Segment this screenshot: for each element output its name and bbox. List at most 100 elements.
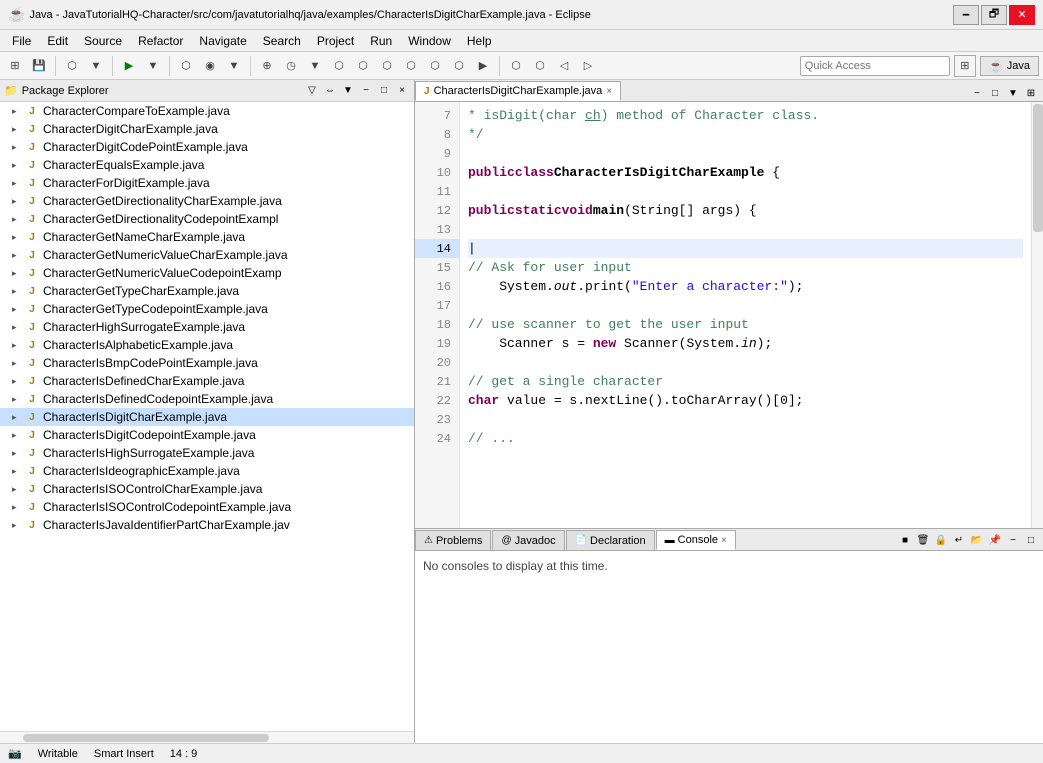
menu-search[interactable]: Search [255, 32, 309, 50]
tree-item[interactable]: ▸JCharacterForDigitExample.java [0, 174, 414, 192]
menu-run[interactable]: Run [362, 32, 400, 50]
tb-btn-3[interactable]: ⬡ [61, 55, 83, 77]
console-minimize[interactable]: − [1005, 532, 1021, 548]
console-terminate-btn[interactable]: ■ [897, 532, 913, 548]
tb-btn-5[interactable]: ▼ [142, 55, 164, 77]
tree-item[interactable]: ▸JCharacterIsAlphabeticExample.java [0, 336, 414, 354]
tree-item[interactable]: ▸JCharacterHighSurrogateExample.java [0, 318, 414, 336]
tree-item[interactable]: ▸JCharacterIsDefinedCodepointExample.jav… [0, 390, 414, 408]
tree-item[interactable]: ▸JCharacterGetNameCharExample.java [0, 228, 414, 246]
menu-project[interactable]: Project [309, 32, 362, 50]
console-maximize[interactable]: □ [1023, 532, 1039, 548]
tb-btn-17[interactable]: ⬡ [448, 55, 470, 77]
code-line[interactable]: // use scanner to get the user input [468, 315, 1023, 334]
perspective-button-1[interactable]: ⊞ [954, 55, 976, 77]
tb-btn-4[interactable]: ▼ [85, 55, 107, 77]
code-line[interactable] [468, 144, 1023, 163]
tb-btn-16[interactable]: ⬡ [424, 55, 446, 77]
menu-refactor[interactable]: Refactor [130, 32, 191, 50]
minimize-panel-button[interactable]: − [358, 83, 374, 99]
menu-help[interactable]: Help [459, 32, 500, 50]
tab-console-close[interactable]: × [721, 535, 727, 546]
tree-item[interactable]: ▸JCharacterGetTypeCodepointExample.java [0, 300, 414, 318]
new-button[interactable]: ⊞ [4, 55, 26, 77]
tree-item[interactable]: ▸JCharacterIsDigitCharExample.java [0, 408, 414, 426]
tb-btn-11[interactable]: ▼ [304, 55, 326, 77]
tree-item[interactable]: ▸JCharacterGetNumericValueCodepointExamp [0, 264, 414, 282]
editor-view-menu[interactable]: ▼ [1005, 85, 1021, 101]
java-perspective-button[interactable]: ☕ Java [980, 56, 1039, 76]
tree-item[interactable]: ▸JCharacterIsJavaIdentifierPartCharExamp… [0, 516, 414, 534]
code-line[interactable]: public class CharacterIsDigitCharExample… [468, 163, 1023, 182]
maximize-editor-button[interactable]: □ [987, 85, 1003, 101]
tree-item[interactable]: ▸JCharacterDigitCodePointExample.java [0, 138, 414, 156]
code-line[interactable] [468, 220, 1023, 239]
tab-console[interactable]: ▬ Console × [656, 530, 736, 550]
minimize-editor-button[interactable]: − [969, 85, 985, 101]
tree-item[interactable]: ▸JCharacterIsIdeographicExample.java [0, 462, 414, 480]
code-line[interactable]: public static void main(String[] args) { [468, 201, 1023, 220]
collapse-all-button[interactable]: ▽ [304, 83, 320, 99]
code-line[interactable] [468, 353, 1023, 372]
code-line[interactable]: // Ask for user input [468, 258, 1023, 277]
maximize-panel-button[interactable]: □ [376, 83, 392, 99]
code-line[interactable] [468, 296, 1023, 315]
code-line[interactable] [468, 182, 1023, 201]
tree-item[interactable]: ▸JCharacterGetDirectionalityCodepointExa… [0, 210, 414, 228]
tb-btn-2[interactable]: 💾 [28, 55, 50, 77]
tree-item[interactable]: ▸JCharacterEqualsExample.java [0, 156, 414, 174]
menu-file[interactable]: File [4, 32, 39, 50]
tb-btn-13[interactable]: ⬡ [352, 55, 374, 77]
run-button[interactable]: ▶ [118, 55, 140, 77]
editor-tab-active[interactable]: J CharacterIsDigitCharExample.java × [415, 81, 621, 101]
tb-btn-12[interactable]: ⬡ [328, 55, 350, 77]
code-line[interactable] [468, 410, 1023, 429]
tree-item[interactable]: ▸JCharacterIsISOControlCharExample.java [0, 480, 414, 498]
tb-btn-21[interactable]: ◁ [553, 55, 575, 77]
console-word-wrap[interactable]: ↵ [951, 532, 967, 548]
tree-item[interactable]: ▸JCharacterIsDefinedCharExample.java [0, 372, 414, 390]
close-button[interactable]: ✕ [1009, 5, 1035, 25]
tree-item[interactable]: ▸JCharacterIsHighSurrogateExample.java [0, 444, 414, 462]
tree-item[interactable]: ▸JCharacterGetDirectionalityCharExample.… [0, 192, 414, 210]
tree-item[interactable]: ▸JCharacterIsISOControlCodepointExample.… [0, 498, 414, 516]
console-open-file[interactable]: 📂 [969, 532, 985, 548]
link-editor-button[interactable]: ⇔ [322, 83, 338, 99]
tab-problems[interactable]: ⚠ Problems [415, 530, 491, 550]
code-line[interactable]: // ... [468, 429, 1023, 448]
tb-btn-18[interactable]: ▶ [472, 55, 494, 77]
tree-item[interactable]: ▸JCharacterIsBmpCodePointExample.java [0, 354, 414, 372]
console-clear-btn[interactable]: 🗑 [915, 532, 931, 548]
code-content[interactable]: * isDigit(char ch) method of Character c… [460, 102, 1031, 528]
tb-btn-8[interactable]: ▼ [223, 55, 245, 77]
code-line[interactable]: | [468, 239, 1023, 258]
tb-btn-10[interactable]: ◷ [280, 55, 302, 77]
code-line[interactable]: System.out.print("Enter a character:"); [468, 277, 1023, 296]
close-panel-button[interactable]: × [394, 83, 410, 99]
code-editor[interactable]: 789101112131415161718192021222324 * isDi… [415, 102, 1043, 528]
tb-btn-14[interactable]: ⬡ [376, 55, 398, 77]
tb-btn-7[interactable]: ◉ [199, 55, 221, 77]
editor-vertical-scrollbar[interactable] [1031, 102, 1043, 528]
tb-btn-9[interactable]: ⊕ [256, 55, 278, 77]
tb-btn-20[interactable]: ⬡ [529, 55, 551, 77]
minimize-button[interactable]: 🗕 [953, 5, 979, 25]
menu-edit[interactable]: Edit [39, 32, 76, 50]
console-pin[interactable]: 📌 [987, 532, 1003, 548]
quick-access-input[interactable] [800, 56, 950, 76]
tab-close-icon[interactable]: × [606, 86, 612, 97]
code-line[interactable]: char value = s.nextLine().toCharArray()[… [468, 391, 1023, 410]
code-line[interactable]: // get a single character [468, 372, 1023, 391]
console-scroll-lock[interactable]: 🔒 [933, 532, 949, 548]
tree-item[interactable]: ▸JCharacterGetNumericValueCharExample.ja… [0, 246, 414, 264]
tree-item[interactable]: ▸JCharacterDigitCharExample.java [0, 120, 414, 138]
maximize-button[interactable]: 🗗 [981, 5, 1007, 25]
tree-horizontal-scrollbar[interactable] [0, 731, 414, 743]
tb-btn-22[interactable]: ▷ [577, 55, 599, 77]
tab-declaration[interactable]: 📄 Declaration [566, 530, 655, 550]
tree-item[interactable]: ▸JCharacterGetTypeCharExample.java [0, 282, 414, 300]
code-line[interactable]: */ [468, 125, 1023, 144]
tb-btn-19[interactable]: ⬡ [505, 55, 527, 77]
tree-item[interactable]: ▸JCharacterCompareToExample.java [0, 102, 414, 120]
menu-navigate[interactable]: Navigate [191, 32, 254, 50]
